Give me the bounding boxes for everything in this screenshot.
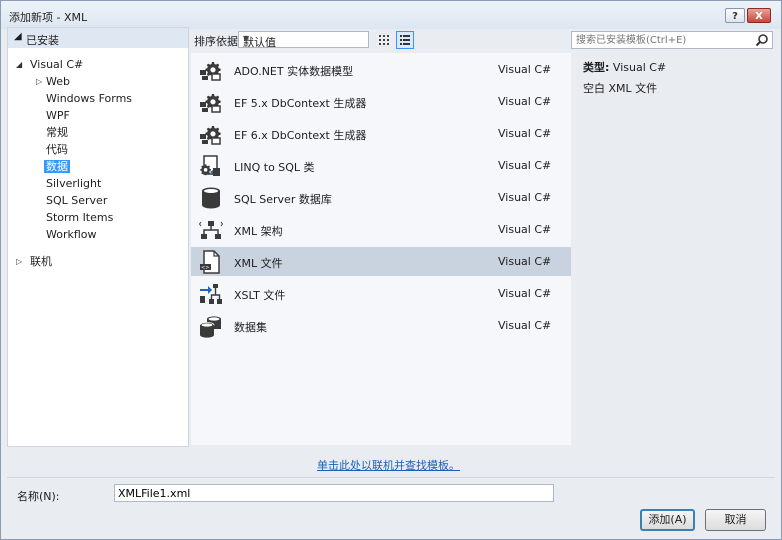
tree-item[interactable]: 常规 <box>46 125 68 141</box>
name-label: 名称(N): <box>17 490 60 503</box>
template-name: XML 文件 <box>234 257 283 270</box>
divider <box>7 477 775 478</box>
template-name: EF 5.x DbContext 生成器 <box>234 97 367 110</box>
template-item[interactable]: SQL Server 数据库 Visual C# <box>191 183 571 212</box>
ef5-generator-icon <box>199 90 223 114</box>
cancel-button[interactable]: 取消 <box>705 509 766 531</box>
linq-sql-icon <box>199 154 223 178</box>
dataset-icon <box>199 314 223 338</box>
sort-dropdown[interactable]: 默认值 ▼ <box>238 31 369 49</box>
tree-item[interactable]: SQL Server <box>46 193 107 209</box>
xml-schema-icon <box>198 218 224 242</box>
template-name: 数据集 <box>234 321 267 334</box>
template-type: Visual C# <box>498 255 552 268</box>
detail-type-value: Visual C# <box>612 61 667 74</box>
installed-header[interactable]: ◢ 已安装 <box>8 28 188 48</box>
tree-label: Web <box>46 75 70 88</box>
title-bar: 添加新项 - XML ? X <box>1 1 781 29</box>
template-type: Visual C# <box>498 95 552 108</box>
installed-label: 已安装 <box>26 34 59 47</box>
window-title: 添加新项 - XML <box>9 11 88 24</box>
sort-label: 排序依据: <box>194 35 242 48</box>
template-type: Visual C# <box>498 319 552 332</box>
tree-label: SQL Server <box>46 194 108 207</box>
tree-label: Silverlight <box>46 177 102 190</box>
template-type: Visual C# <box>498 159 552 172</box>
help-button[interactable]: ? <box>725 8 745 23</box>
template-item[interactable]: <> XML 文件 Visual C# <box>191 247 571 276</box>
online-templates-link[interactable]: 单击此处以联机并查找模板。 <box>317 457 460 473</box>
tree-label: WPF <box>46 109 70 122</box>
expanded-arrow-icon[interactable]: ◢ <box>16 57 22 73</box>
tree-item[interactable]: Silverlight <box>46 176 101 192</box>
tree-label: Storm Items <box>46 211 114 224</box>
search-box[interactable] <box>571 31 773 49</box>
template-list: ADO.NET 实体数据模型 Visual C# EF 5.x DbContext … <box>191 53 571 445</box>
tree-label: 数据 <box>44 160 70 173</box>
search-icon[interactable] <box>755 33 769 47</box>
tree-item[interactable]: Storm Items <box>46 210 113 226</box>
tree-item-visual-csharp[interactable]: ◢ Visual C# <box>16 57 83 73</box>
template-item[interactable]: EF 6.x DbContext 生成器 Visual C# <box>191 119 571 148</box>
ef6-generator-icon <box>199 122 223 146</box>
template-type: Visual C# <box>498 127 552 140</box>
tree-item[interactable]: Windows Forms <box>46 91 132 107</box>
detail-type-label: 类型: <box>583 61 610 74</box>
template-item[interactable]: ADO.NET 实体数据模型 Visual C# <box>191 55 571 84</box>
grid-view-icon <box>379 35 389 45</box>
template-item[interactable]: 数据集 Visual C# <box>191 311 571 340</box>
template-type: Visual C# <box>498 287 552 300</box>
template-type: Visual C# <box>498 223 552 236</box>
xslt-icon <box>199 282 223 306</box>
tree-item[interactable]: 数据 <box>44 159 70 175</box>
tree-item-online[interactable]: ▷ 联机 <box>16 254 52 270</box>
search-input[interactable] <box>574 33 746 47</box>
tree-label: 常规 <box>46 126 68 139</box>
tree-item[interactable]: Workflow <box>46 227 97 243</box>
chevron-down-icon: ▼ <box>243 34 250 43</box>
template-item[interactable]: XSLT 文件 Visual C# <box>191 279 571 308</box>
details-view-button[interactable] <box>396 31 414 49</box>
name-field[interactable] <box>114 484 554 502</box>
list-view-icon <box>400 35 410 45</box>
svg-text:<>: <> <box>201 265 209 271</box>
tree-item[interactable]: 代码 <box>46 142 68 158</box>
template-name: ADO.NET 实体数据模型 <box>234 65 354 78</box>
template-item[interactable]: EF 5.x DbContext 生成器 Visual C# <box>191 87 571 116</box>
tree-label: 联机 <box>30 255 52 268</box>
close-button[interactable]: X <box>747 8 771 23</box>
ado-entity-icon <box>199 58 223 82</box>
template-name: SQL Server 数据库 <box>234 193 332 206</box>
collapsed-arrow-icon[interactable]: ▷ <box>36 74 42 90</box>
detail-description: 空白 XML 文件 <box>583 82 658 95</box>
template-type: Visual C# <box>498 191 552 204</box>
template-item[interactable]: LINQ to SQL 类 Visual C# <box>191 151 571 180</box>
collapsed-arrow-icon[interactable]: ▷ <box>16 254 22 270</box>
detail-type: 类型: Visual C# <box>583 59 666 75</box>
tree-item[interactable]: WPF <box>46 108 70 124</box>
template-item[interactable]: XML 架构 Visual C# <box>191 215 571 244</box>
tree-item[interactable]: ▷ Web <box>36 74 70 90</box>
database-icon <box>199 186 223 210</box>
tree-label: Windows Forms <box>46 92 133 105</box>
tree-label: Visual C# <box>30 58 84 71</box>
template-name: EF 6.x DbContext 生成器 <box>234 129 367 142</box>
template-tree: ◢ 已安装 ◢ Visual C# ▷ Web Windows Forms WPF 常规… <box>7 27 189 447</box>
tree-label: Workflow <box>46 228 97 241</box>
tree-label: 代码 <box>46 143 68 156</box>
template-type: Visual C# <box>498 63 552 76</box>
template-name: XML 架构 <box>234 225 283 238</box>
dialog-window: 添加新项 - XML ? X ◢ 已安装 ◢ Visual C# ▷ Web Win… <box>0 0 782 540</box>
template-name: XSLT 文件 <box>234 289 286 302</box>
add-button[interactable]: 添加(A) <box>640 509 695 531</box>
collapse-triangle-icon[interactable]: ◢ <box>14 31 22 42</box>
small-icons-view-button[interactable] <box>375 31 393 49</box>
template-name: LINQ to SQL 类 <box>234 161 315 174</box>
xml-file-icon: <> <box>199 250 223 274</box>
